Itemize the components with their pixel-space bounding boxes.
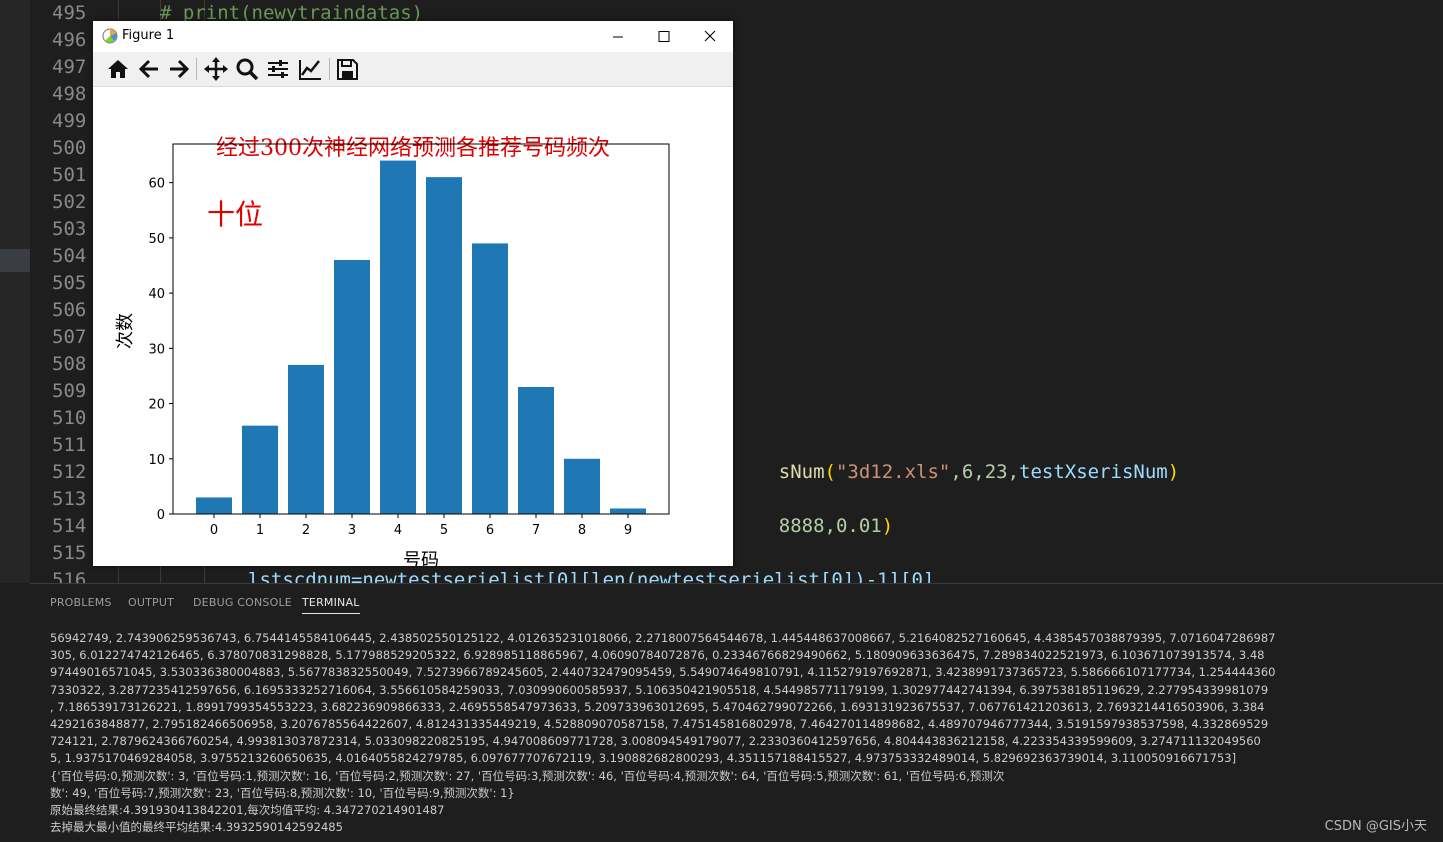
terminal-line: 数': 49, '百位号码:7,预测次数': 23, '百位号码:8,预测次数'… <box>50 785 515 800</box>
line-number: 516 <box>52 569 87 583</box>
window-titlebar[interactable]: Figure 1 <box>93 21 733 52</box>
terminal-line: 5, 1.9375170469284058, 3.975521326065063… <box>50 751 1237 766</box>
terminal-line: , 7.186539173126221, 1.8991799354553223,… <box>50 699 1265 714</box>
bar <box>288 364 324 514</box>
bar-series <box>196 160 646 514</box>
x-tick-label: 3 <box>348 523 356 538</box>
maximize-button[interactable] <box>641 21 687 52</box>
bar <box>196 497 232 514</box>
code-line-513[interactable]: 8888,0.01) <box>733 486 893 537</box>
configure-subplots-icon[interactable] <box>265 56 291 82</box>
watermark: CSDN @GIS小天 <box>1324 819 1427 834</box>
x-tick-label: 0 <box>210 523 218 538</box>
terminal-line: 305, 6.012274742126465, 6.37807083129882… <box>50 648 1265 663</box>
x-tick-label: 2 <box>302 523 310 538</box>
code-line-516[interactable]: lstscdnum=newtestserielist[0][len(newtes… <box>248 567 934 583</box>
terminal-line: 56942749, 2.743906259536743, 6.754414558… <box>50 631 1276 645</box>
close-button[interactable] <box>687 21 733 52</box>
chart-title: 经过300次神经网络预测各推荐号码频次 <box>216 136 610 161</box>
toolbar-separator <box>196 58 197 80</box>
code-token-number: 8888,0.01 <box>778 515 882 537</box>
code-token-paren: ) <box>1167 461 1180 483</box>
x-axis-label: 号码 <box>403 550 439 566</box>
terminal-line: 724121, 2.7879624366760254, 4.9938130378… <box>50 734 1261 749</box>
tab-debug-console[interactable]: DEBUG CONSOLE <box>193 596 292 609</box>
terminal-line: 去掉最大最小值的最终平均结果:4.3932590142592485 <box>50 820 343 835</box>
y-tick-label: 20 <box>148 398 165 413</box>
code-token-args: ,6,23, <box>950 461 1020 483</box>
y-tick-label: 50 <box>148 232 165 247</box>
edit-axis-icon[interactable] <box>297 56 323 82</box>
code-token-paren: ) <box>881 515 894 537</box>
terminal-line: 原始最终结果:4.391930413842201,每次均值平均: 4.34727… <box>50 803 445 818</box>
tab-terminal[interactable]: TERMINAL <box>302 596 360 614</box>
bottom-panel: PROBLEMS OUTPUT DEBUG CONSOLE TERMINAL 5… <box>30 583 1443 842</box>
window-title: Figure 1 <box>122 28 175 43</box>
bar <box>472 243 508 514</box>
home-icon[interactable] <box>105 56 131 82</box>
x-tick-label: 4 <box>394 523 402 538</box>
bar <box>426 177 462 514</box>
tab-problems[interactable]: PROBLEMS <box>50 596 112 609</box>
toolbar-separator <box>329 58 330 80</box>
save-icon[interactable] <box>334 56 360 82</box>
code-token-function: sNum <box>778 461 825 483</box>
chart-canvas[interactable]: 经过300次神经网络预测各推荐号码频次 十位 0 1 2 3 4 5 6 7 8 9 0 10 20 30… <box>93 86 733 566</box>
back-icon[interactable] <box>136 56 162 82</box>
bar <box>380 160 416 514</box>
activity-bar-active-item[interactable] <box>0 249 30 272</box>
y-tick-label: 30 <box>148 342 165 357</box>
code-line-511[interactable]: sNum("3d12.xls",6,23,testXserisNum) <box>733 432 1179 483</box>
figure-toolbar <box>93 52 733 87</box>
code-token-paren: ( <box>824 461 836 483</box>
x-tick-label: 6 <box>486 523 494 538</box>
pan-icon[interactable] <box>203 56 229 82</box>
terminal-line: {'百位号码:0,预测次数': 3, '百位号码:1,预测次数': 16, '百… <box>50 768 1005 783</box>
code-token-string: "3d12.xls" <box>835 461 951 483</box>
x-tick-label: 8 <box>578 523 586 538</box>
bar <box>518 386 554 514</box>
bar <box>610 508 646 514</box>
y-tick-label: 40 <box>148 287 165 302</box>
zoom-icon[interactable] <box>234 56 260 82</box>
tab-output[interactable]: OUTPUT <box>128 596 174 609</box>
terminal-line: 4292163848877, 2.795182466506958, 3.2076… <box>50 717 1269 732</box>
x-tick-label: 9 <box>624 523 632 538</box>
code-token-variable: testXserisNum <box>1019 461 1168 483</box>
bar <box>242 425 278 514</box>
x-tick-label: 1 <box>256 523 264 538</box>
chart-annotation: 十位 <box>207 198 263 231</box>
minimize-button[interactable] <box>595 21 641 52</box>
x-tick-label: 5 <box>440 523 448 538</box>
terminal-line: 7330322, 3.2877235412597656, 6.169533325… <box>50 682 1269 697</box>
activity-bar <box>0 0 30 583</box>
forward-icon[interactable] <box>166 56 192 82</box>
y-axis-label: 次数 <box>115 313 136 349</box>
bar <box>334 259 370 514</box>
matplotlib-figure-window[interactable]: Figure 1 经过300次神经网络预测各推荐号码频次 十位 0 1 2 3 … <box>93 21 733 566</box>
y-tick-label: 10 <box>148 453 165 468</box>
terminal-output[interactable]: 56942749, 2.743906259536743, 6.754414558… <box>50 630 1330 836</box>
matplotlib-app-icon <box>102 28 118 44</box>
terminal-line: 97449016571045, 3.530336380004883, 5.567… <box>50 665 1276 680</box>
bar <box>564 458 600 514</box>
y-tick-label: 0 <box>157 508 165 523</box>
x-tick-label: 7 <box>532 523 540 538</box>
y-tick-label: 60 <box>148 177 165 192</box>
